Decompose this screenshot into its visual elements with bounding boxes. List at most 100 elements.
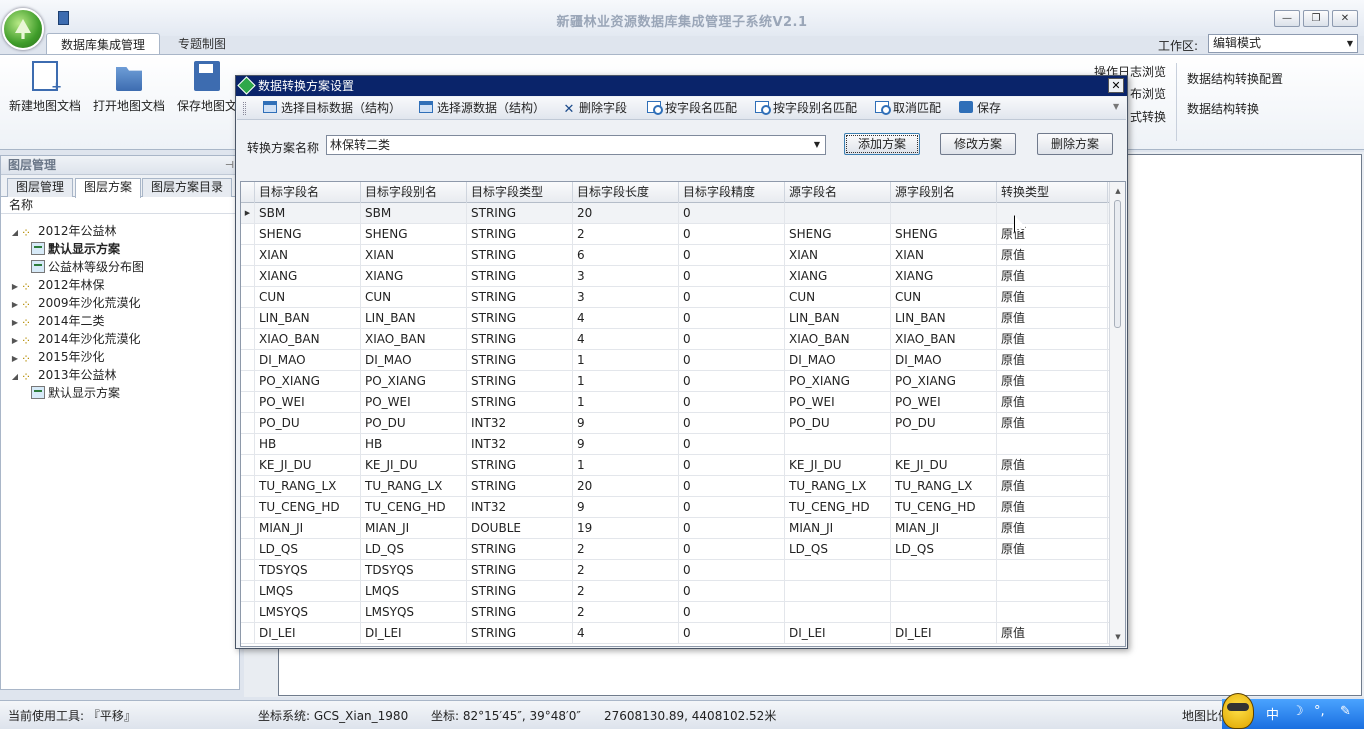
save-map-doc-button[interactable]: 保存地图文 bbox=[176, 61, 238, 114]
table-cell[interactable] bbox=[997, 434, 1108, 455]
table-cell[interactable]: DI_MAO bbox=[255, 350, 361, 371]
punctuation-icon[interactable]: °, bbox=[1314, 704, 1325, 719]
table-cell[interactable]: 0 bbox=[679, 518, 785, 539]
table-row[interactable]: PO_XIANG PO_XIANG STRING 1 0 PO_XIANG PO_XIANG… bbox=[241, 371, 1109, 392]
tree-group-item[interactable]: ▶ ⁘ 2012年林保 bbox=[9, 276, 105, 294]
table-cell[interactable] bbox=[785, 602, 891, 623]
row-selector[interactable] bbox=[241, 308, 255, 329]
table-cell[interactable]: 2 bbox=[573, 602, 679, 623]
table-row[interactable]: SHENG SHENG STRING 2 0 SHENG SHENG 原值 bbox=[241, 224, 1109, 245]
row-selector[interactable] bbox=[241, 245, 255, 266]
table-cell[interactable]: TU_RANG_LX bbox=[361, 476, 467, 497]
table-cell[interactable]: STRING bbox=[467, 560, 573, 581]
grid-column-header[interactable]: 目标字段精度 bbox=[679, 182, 785, 203]
table-cell[interactable]: TDSYQS bbox=[255, 560, 361, 581]
tree-expanded-icon[interactable]: ◢ bbox=[9, 368, 21, 386]
row-selector[interactable] bbox=[241, 413, 255, 434]
table-cell[interactable]: 原值 bbox=[997, 413, 1108, 434]
table-cell[interactable]: TU_CENG_HD bbox=[785, 497, 891, 518]
table-row[interactable]: CUN CUN STRING 3 0 CUN CUN 原值 bbox=[241, 287, 1109, 308]
tab-layer-management[interactable]: 图层管理 bbox=[7, 178, 74, 197]
row-selector[interactable] bbox=[241, 392, 255, 413]
table-cell[interactable] bbox=[785, 581, 891, 602]
table-cell[interactable]: 0 bbox=[679, 623, 785, 644]
table-cell[interactable]: 20 bbox=[573, 203, 679, 224]
table-cell[interactable]: PO_DU bbox=[785, 413, 891, 434]
table-row[interactable]: TU_CENG_HD TU_CENG_HD INT32 9 0 TU_CENG_HD TU_… bbox=[241, 497, 1109, 518]
table-cell[interactable]: LD_QS bbox=[255, 539, 361, 560]
table-cell[interactable]: DI_LEI bbox=[891, 623, 997, 644]
table-cell[interactable]: STRING bbox=[467, 287, 573, 308]
table-cell[interactable]: DI_LEI bbox=[255, 623, 361, 644]
moon-icon[interactable]: ☽ bbox=[1292, 704, 1304, 719]
row-selector[interactable] bbox=[241, 434, 255, 455]
table-row[interactable]: LMSYQS LMSYQS STRING 2 0 bbox=[241, 602, 1109, 623]
table-row[interactable]: KE_JI_DU KE_JI_DU STRING 1 0 KE_JI_DU KE_JI_DU… bbox=[241, 455, 1109, 476]
table-cell[interactable]: KE_JI_DU bbox=[891, 455, 997, 476]
table-row[interactable]: XIAO_BAN XIAO_BAN STRING 4 0 XIAO_BAN XIAO_BAN… bbox=[241, 329, 1109, 350]
table-cell[interactable]: LMSYQS bbox=[255, 602, 361, 623]
table-cell[interactable]: DOUBLE bbox=[467, 518, 573, 539]
table-cell[interactable]: XIAO_BAN bbox=[361, 329, 467, 350]
table-cell[interactable]: 4 bbox=[573, 329, 679, 350]
table-cell[interactable]: LD_QS bbox=[361, 539, 467, 560]
ime-toolbar[interactable]: 中 ☽ °, ✎ bbox=[1222, 693, 1364, 729]
grid-column-header[interactable]: 目标字段名 bbox=[255, 182, 361, 203]
table-cell[interactable]: 0 bbox=[679, 560, 785, 581]
table-cell[interactable]: 0 bbox=[679, 413, 785, 434]
table-cell[interactable]: XIANG bbox=[891, 266, 997, 287]
tab-layer-scheme[interactable]: 图层方案 bbox=[75, 178, 142, 198]
table-cell[interactable]: PO_WEI bbox=[255, 392, 361, 413]
table-cell[interactable]: PO_DU bbox=[891, 413, 997, 434]
grid-column-header[interactable]: 目标字段类型 bbox=[467, 182, 573, 203]
row-selector[interactable] bbox=[241, 623, 255, 644]
grid-column-header[interactable]: 源字段别名 bbox=[891, 182, 997, 203]
table-cell[interactable]: INT32 bbox=[467, 497, 573, 518]
table-cell[interactable]: 0 bbox=[679, 581, 785, 602]
table-cell[interactable]: TU_RANG_LX bbox=[255, 476, 361, 497]
table-cell[interactable]: 原值 bbox=[997, 539, 1108, 560]
table-cell[interactable]: SBM bbox=[255, 203, 361, 224]
maximize-button[interactable]: ❐ bbox=[1303, 10, 1329, 27]
table-cell[interactable]: HB bbox=[255, 434, 361, 455]
table-cell[interactable] bbox=[785, 560, 891, 581]
table-cell[interactable]: 原值 bbox=[997, 287, 1108, 308]
table-row[interactable]: XIAN XIAN STRING 6 0 XIAN XIAN 原值 bbox=[241, 245, 1109, 266]
row-selector[interactable] bbox=[241, 539, 255, 560]
table-cell[interactable]: STRING bbox=[467, 371, 573, 392]
table-cell[interactable]: INT32 bbox=[467, 434, 573, 455]
table-cell[interactable]: 原值 bbox=[997, 371, 1108, 392]
row-selector[interactable] bbox=[241, 581, 255, 602]
table-cell[interactable]: LD_QS bbox=[785, 539, 891, 560]
table-cell[interactable]: 2 bbox=[573, 539, 679, 560]
table-row[interactable]: ▶ SBM SBM STRING 20 0 bbox=[241, 203, 1109, 224]
table-cell[interactable]: HB bbox=[361, 434, 467, 455]
table-row[interactable]: HB HB INT32 9 0 bbox=[241, 434, 1109, 455]
row-selector[interactable] bbox=[241, 455, 255, 476]
match-by-alias-button[interactable]: 按字段别名匹配 bbox=[755, 100, 857, 117]
table-cell[interactable]: KE_JI_DU bbox=[361, 455, 467, 476]
grid-column-header[interactable]: 目标字段长度 bbox=[573, 182, 679, 203]
table-row[interactable]: PO_DU PO_DU INT32 9 0 PO_DU PO_DU 原值 bbox=[241, 413, 1109, 434]
table-cell[interactable]: 原值 bbox=[997, 392, 1108, 413]
table-cell[interactable] bbox=[997, 560, 1108, 581]
table-cell[interactable]: TU_CENG_HD bbox=[361, 497, 467, 518]
select-source-data-button[interactable]: 选择源数据（结构） bbox=[419, 100, 545, 117]
select-target-data-button[interactable]: 选择目标数据（结构） bbox=[263, 100, 401, 117]
struct-convert-button[interactable]: 数据结构转换 bbox=[1187, 100, 1259, 117]
table-cell[interactable]: MIAN_JI bbox=[361, 518, 467, 539]
table-cell[interactable]: 0 bbox=[679, 497, 785, 518]
ime-tool-icon[interactable]: ✎ bbox=[1340, 704, 1351, 719]
table-cell[interactable]: 3 bbox=[573, 266, 679, 287]
scroll-up-icon[interactable]: ▲ bbox=[1110, 184, 1125, 198]
table-cell[interactable]: TU_RANG_LX bbox=[891, 476, 997, 497]
table-cell[interactable]: DI_MAO bbox=[785, 350, 891, 371]
table-cell[interactable]: MIAN_JI bbox=[785, 518, 891, 539]
table-cell[interactable]: 原值 bbox=[997, 518, 1108, 539]
table-cell[interactable]: 1 bbox=[573, 392, 679, 413]
table-cell[interactable]: 20 bbox=[573, 476, 679, 497]
table-cell[interactable]: KE_JI_DU bbox=[785, 455, 891, 476]
table-cell[interactable]: XIAN bbox=[785, 245, 891, 266]
toolbar-grip-icon[interactable] bbox=[243, 102, 246, 115]
table-row[interactable]: DI_MAO DI_MAO STRING 1 0 DI_MAO DI_MAO 原值 bbox=[241, 350, 1109, 371]
